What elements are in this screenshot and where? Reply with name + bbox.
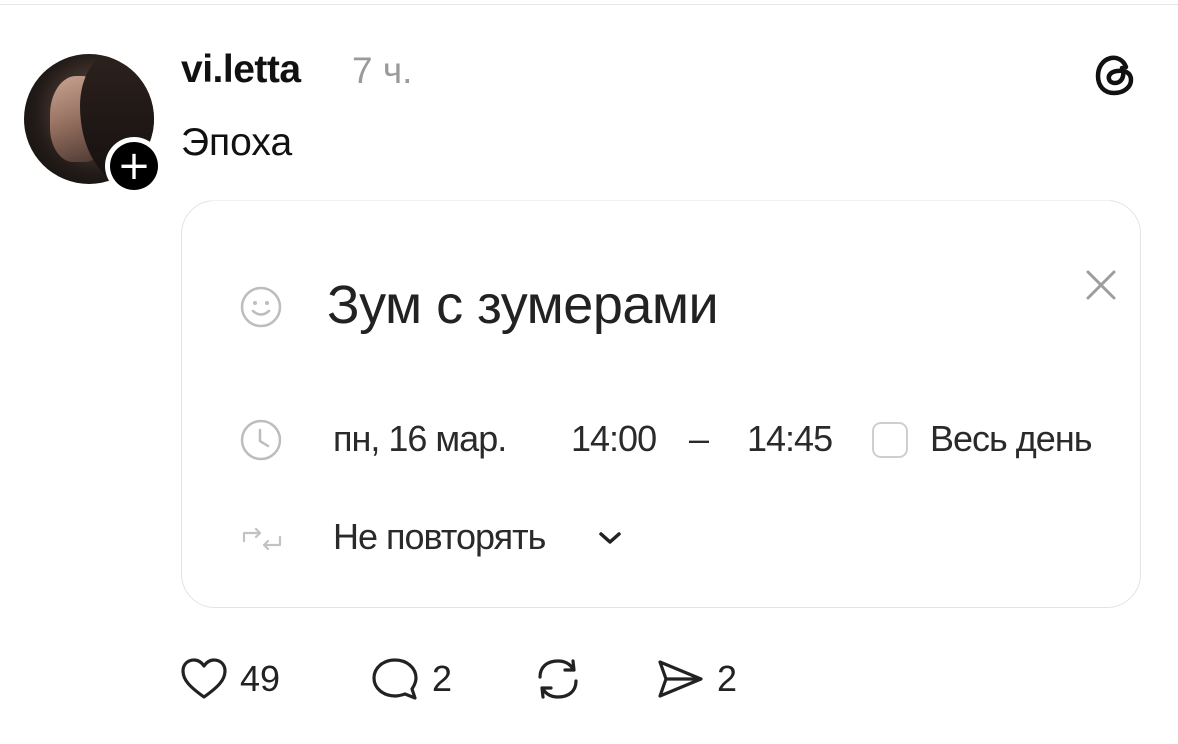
all-day-checkbox[interactable] bbox=[872, 422, 908, 458]
post-text: Эпоха bbox=[181, 121, 293, 164]
time-separator: – bbox=[689, 418, 710, 459]
post-time: 7 ч. bbox=[352, 50, 413, 91]
event-end-time[interactable]: 14:45 bbox=[747, 418, 833, 460]
repeat-icon bbox=[242, 527, 282, 551]
top-divider bbox=[0, 4, 1178, 5]
threads-logo-icon[interactable] bbox=[1091, 50, 1141, 100]
send-icon[interactable] bbox=[655, 657, 705, 701]
share-action[interactable]: 2 bbox=[655, 654, 737, 704]
like-count: 49 bbox=[240, 658, 281, 699]
chevron-down-icon[interactable] bbox=[596, 528, 624, 548]
follow-button[interactable]: + bbox=[105, 137, 163, 195]
clock-icon bbox=[240, 419, 282, 461]
reply-count: 2 bbox=[432, 658, 453, 699]
event-start-time[interactable]: 14:00 bbox=[571, 418, 657, 460]
event-title[interactable]: Зум с зумерами bbox=[327, 274, 719, 336]
all-day-label[interactable]: Весь день bbox=[930, 418, 1092, 460]
username[interactable]: vi.letta bbox=[181, 48, 301, 92]
plus-icon: + bbox=[110, 142, 158, 190]
event-date[interactable]: пн, 16 мар. bbox=[333, 418, 507, 460]
repost-action[interactable] bbox=[532, 654, 584, 704]
share-count: 2 bbox=[717, 658, 738, 699]
reply-action[interactable]: 2 bbox=[370, 654, 452, 704]
repost-icon[interactable] bbox=[532, 655, 584, 703]
comment-icon[interactable] bbox=[370, 656, 420, 702]
repeat-label[interactable]: Не повторять bbox=[333, 516, 546, 558]
close-icon[interactable] bbox=[1082, 266, 1120, 304]
smile-icon[interactable] bbox=[238, 284, 284, 330]
card-topline bbox=[210, 200, 1110, 201]
event-card[interactable] bbox=[181, 200, 1141, 608]
like-action[interactable]: 49 bbox=[180, 654, 280, 704]
heart-icon[interactable] bbox=[180, 657, 228, 701]
